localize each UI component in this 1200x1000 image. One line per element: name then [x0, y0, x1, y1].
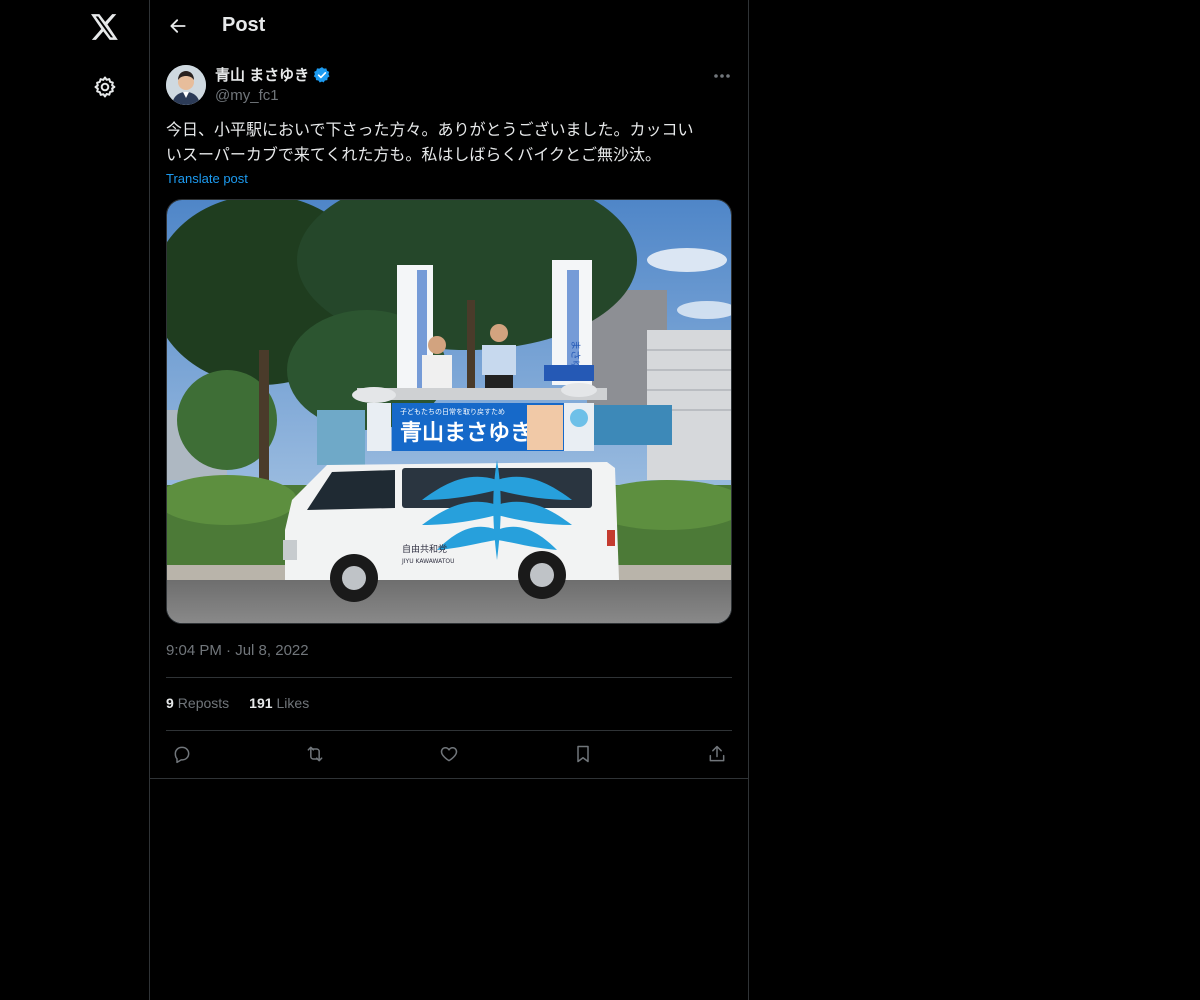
- divider: [150, 778, 748, 779]
- van-party-text: 自由共和党: [402, 543, 447, 555]
- app: Post 青山 まさゆき @my_fc1 今日、小平駅においで下さった方々。あり…: [0, 0, 1200, 1000]
- like-icon: [440, 747, 458, 762]
- post-date: Jul 8, 2022: [235, 642, 309, 659]
- action-bar: [166, 738, 732, 770]
- share-icon: [709, 745, 725, 762]
- likes-label: Likes: [276, 695, 310, 711]
- share-button[interactable]: [701, 738, 733, 770]
- bookmark-button[interactable]: [567, 738, 599, 770]
- back-button[interactable]: [160, 8, 196, 44]
- post-text-line-1: 今日、小平駅においで下さった方々。ありがとうございました。カッコい: [166, 122, 694, 139]
- divider: [166, 677, 732, 678]
- post-text: 今日、小平駅においで下さった方々。ありがとうございました。カッコい いスーパーカ…: [166, 118, 732, 168]
- translate-post-link[interactable]: Translate post: [166, 171, 248, 186]
- author-handle[interactable]: @my_fc1: [215, 87, 279, 104]
- repost-icon: [307, 746, 323, 762]
- author-name[interactable]: 青山 まさゆき: [215, 64, 309, 85]
- author-row: 青山 まさゆき: [215, 64, 331, 85]
- reposts-stat[interactable]: 9 Reposts: [166, 695, 229, 711]
- top-bar: Post: [150, 0, 748, 53]
- divider: [166, 730, 732, 731]
- more-options-button[interactable]: [708, 62, 736, 90]
- reply-icon: [174, 746, 190, 764]
- like-button[interactable]: [433, 738, 465, 770]
- verified-badge-icon: [313, 66, 330, 82]
- more-dots-icon: [714, 74, 730, 78]
- engagement-stats: 9 Reposts 191 Likes: [166, 695, 309, 711]
- repost-button[interactable]: [299, 738, 331, 770]
- post-image[interactable]: まさゆき 青山まさゆき 子どもたちの日常を取り戻すため 自由共和党 JIYU K…: [166, 199, 732, 624]
- reposts-count: 9: [166, 695, 174, 711]
- van-party-en: JIYU KAWAWATOU: [401, 558, 455, 565]
- post-timestamp[interactable]: 9:04 PM · Jul 8, 2022: [166, 642, 309, 659]
- banner-subtitle: 子どもたちの日常を取り戻すため: [400, 407, 505, 416]
- gear-icon[interactable]: [85, 67, 125, 107]
- banner-name: 青山まさゆき: [400, 421, 532, 446]
- left-sidebar: [0, 0, 150, 1000]
- reposts-label: Reposts: [177, 695, 230, 711]
- reply-button[interactable]: [166, 738, 198, 770]
- page-title: Post: [222, 14, 266, 36]
- bookmark-icon: [577, 745, 589, 763]
- timestamp-separator: ·: [226, 642, 236, 659]
- likes-stat[interactable]: 191 Likes: [249, 695, 309, 711]
- arrow-left-icon: [170, 19, 186, 33]
- likes-count: 191: [249, 695, 273, 711]
- post-column: Post 青山 まさゆき @my_fc1 今日、小平駅においで下さった方々。あり…: [150, 0, 749, 1000]
- post-text-line-2: いスーパーカブで来てくれた方も。私はしばらくバイクとご無沙汰。: [166, 147, 662, 164]
- x-logo-icon[interactable]: [85, 7, 125, 47]
- post-time: 9:04 PM: [166, 642, 222, 659]
- avatar[interactable]: [166, 65, 206, 105]
